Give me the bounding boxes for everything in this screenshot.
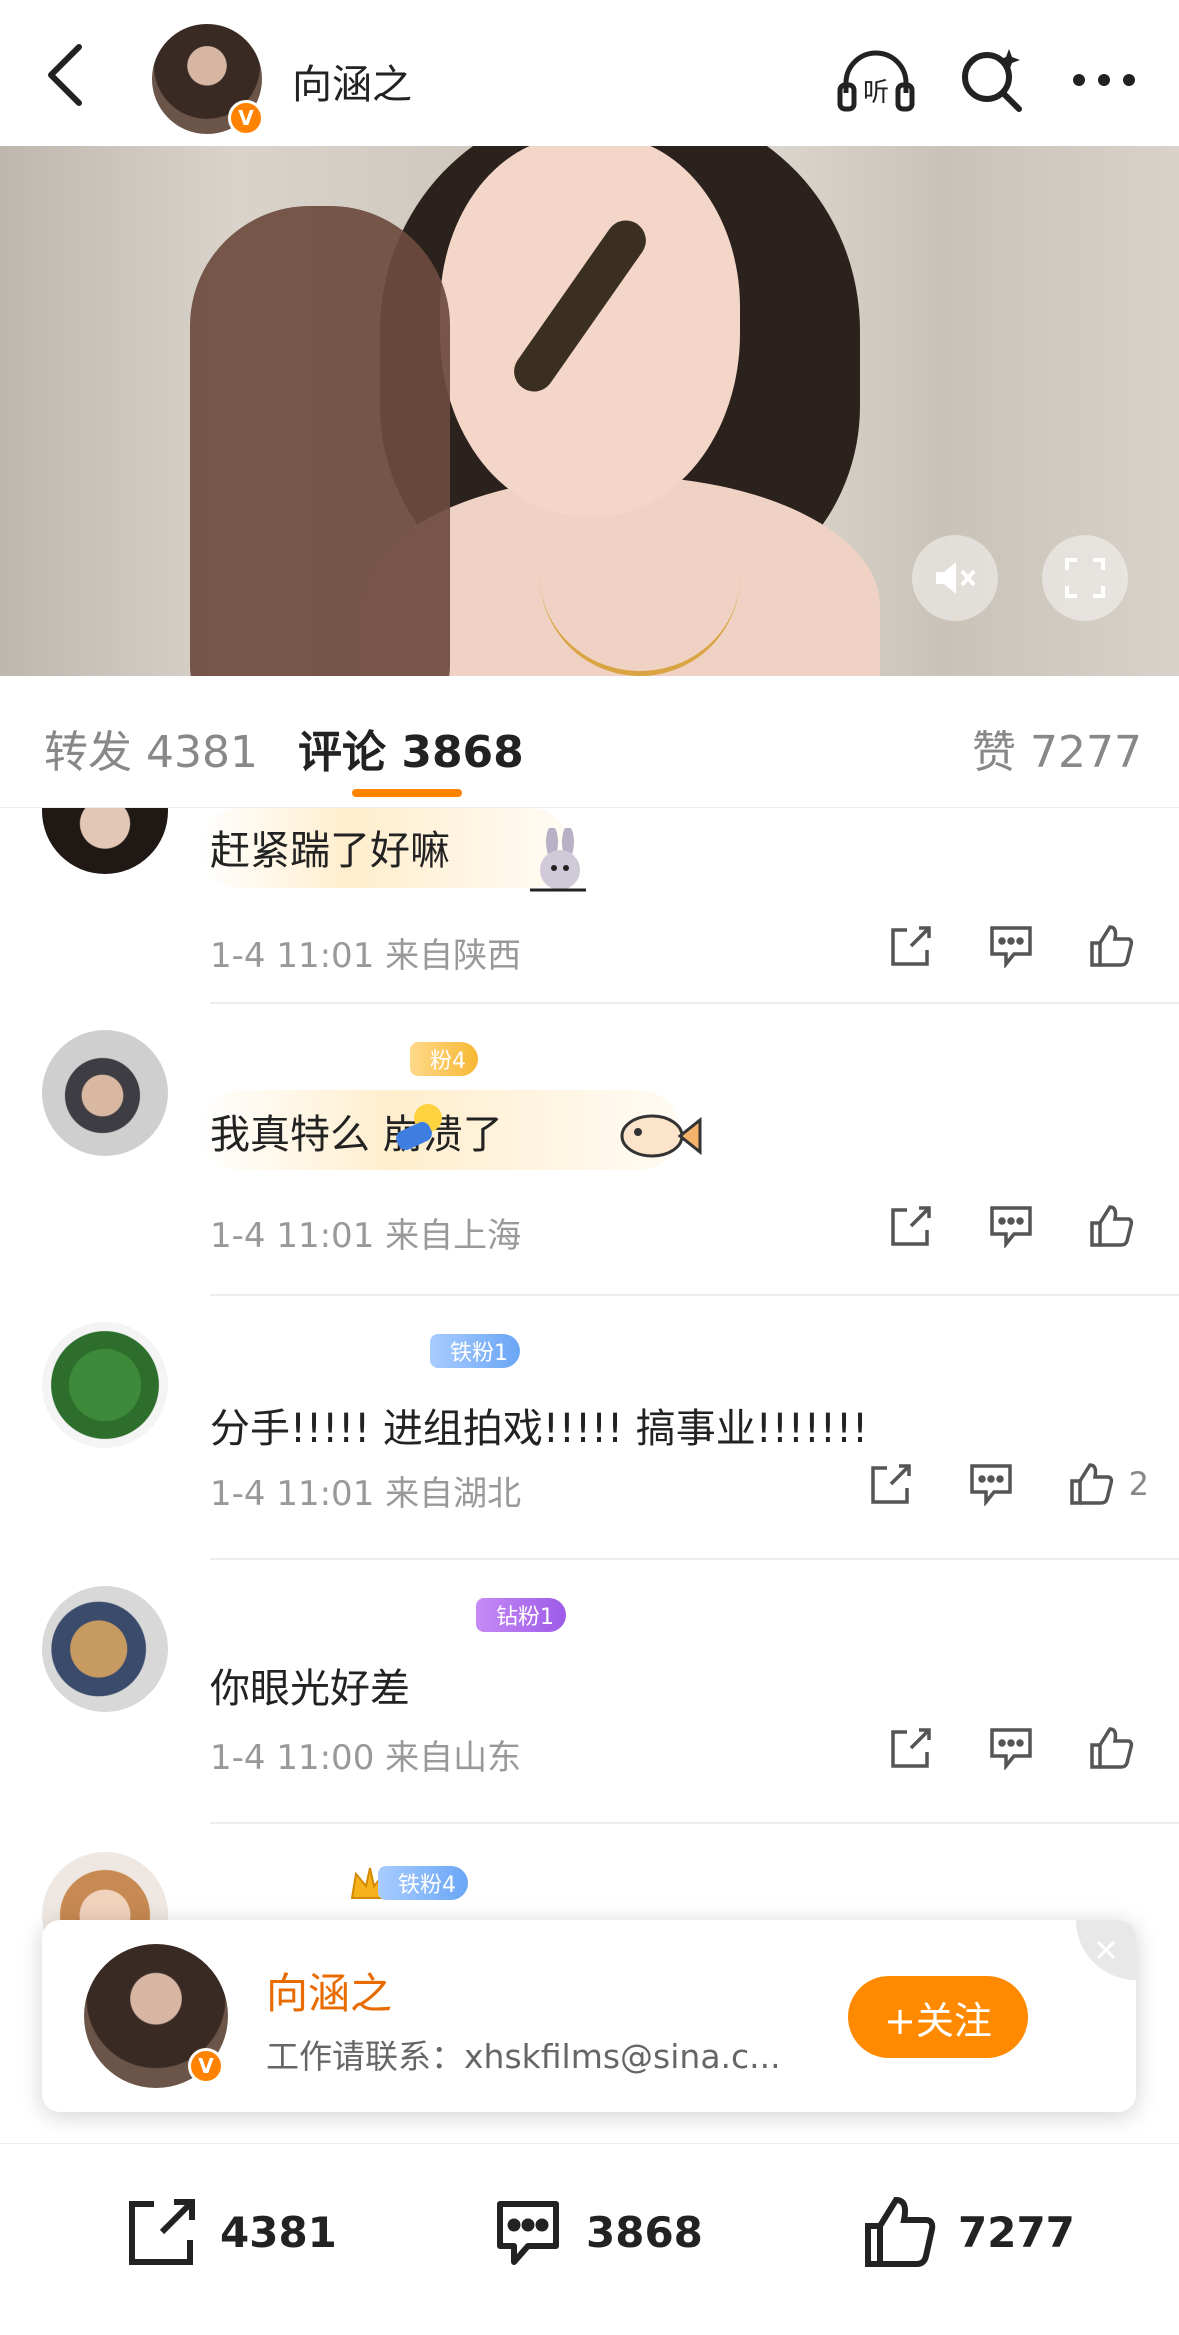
comment-location: 来自山东 [385, 1738, 522, 1778]
comment-location: 来自湖北 [385, 1474, 522, 1514]
fan-badge: 铁粉4 [378, 1866, 468, 1900]
comment-icon[interactable] [983, 1720, 1039, 1776]
divider [210, 1002, 1179, 1004]
avatar[interactable] [42, 1322, 168, 1448]
like-icon [865, 2196, 936, 2267]
top-bar: V 向涵之 听 [0, 0, 1179, 146]
fan-badge: 铁粉1 [430, 1334, 520, 1368]
tab-count: 4381 [146, 727, 258, 778]
avatar[interactable]: V [84, 1944, 228, 2088]
comment-location: 来自上海 [385, 1216, 522, 1256]
comment-button[interactable]: 3868 [490, 2192, 703, 2272]
follow-card-name[interactable]: 向涵之 [266, 1960, 392, 2021]
comment-text: 你眼光好差 [210, 1666, 410, 1712]
tab-likes[interactable]: 赞 7277 [972, 716, 1142, 780]
avatar[interactable] [42, 808, 168, 874]
comment-time: 1-4 11:01 [210, 936, 375, 976]
like-button[interactable]: 7277 [862, 2192, 1075, 2272]
comment-text: 赶紧踹了好嘛 [210, 828, 450, 874]
like-icon[interactable] [1083, 1198, 1139, 1254]
tab-comments[interactable]: 评论 3868 [298, 716, 524, 780]
share-icon[interactable] [883, 1198, 939, 1254]
video-figure-face [440, 146, 740, 516]
listen-icon[interactable]: 听 [836, 40, 916, 120]
rabbit-sticker-icon [530, 828, 586, 892]
comment-time: 1-4 11:00 [210, 1738, 375, 1778]
tab-indicator [352, 789, 462, 797]
fan-badge: 粉4 [410, 1042, 478, 1076]
comment-text: 分手!!!!! 进组拍戏!!!!! 搞事业!!!!!!! [210, 1406, 869, 1452]
comment-icon[interactable] [963, 1456, 1019, 1512]
verified-badge: V [228, 100, 264, 136]
video-hand [190, 206, 450, 676]
repost-button[interactable]: 4381 [124, 2192, 337, 2272]
comment-icon[interactable] [983, 1198, 1039, 1254]
follow-card-description: 工作请联系：xhskfilms@sina.c... [266, 2037, 781, 2076]
comment-location: 来自陕西 [385, 936, 522, 976]
avatar[interactable]: V [152, 24, 264, 136]
avatar[interactable] [42, 1030, 168, 1156]
page-title[interactable]: 向涵之 [292, 52, 412, 110]
follow-button[interactable]: +关注 [848, 1976, 1028, 2058]
tab-count: 3868 [401, 727, 524, 778]
search-icon[interactable] [952, 40, 1032, 120]
comment-text: 我真特么 崩溃了 [210, 1112, 503, 1158]
svg-text:听: 听 [863, 78, 889, 108]
share-icon[interactable] [883, 918, 939, 974]
share-icon[interactable] [863, 1456, 919, 1512]
tab-count: 7277 [1030, 727, 1142, 778]
tab-bar: 转发 4381 评论 3868 赞 7277 [0, 676, 1179, 808]
verified-badge: V [188, 2048, 224, 2084]
divider [210, 1294, 1179, 1296]
like-icon[interactable] [1083, 918, 1139, 974]
fish-sticker-icon [620, 1114, 702, 1158]
share-icon [129, 2199, 195, 2265]
tab-label: 评论 [298, 727, 386, 778]
mute-icon[interactable] [912, 535, 998, 621]
video-player[interactable] [0, 146, 1179, 676]
back-icon[interactable] [30, 40, 100, 110]
comment-count: 3868 [586, 2207, 703, 2257]
emoji-sticker-icon [396, 1104, 442, 1151]
repost-count: 4381 [220, 2207, 337, 2257]
bottom-action-bar: 4381 3868 7277 [0, 2143, 1179, 2335]
close-icon[interactable] [1076, 1920, 1136, 1980]
comment-icon[interactable] [983, 918, 1039, 974]
share-icon[interactable] [883, 1720, 939, 1776]
divider [210, 1558, 1179, 1560]
comment-time: 1-4 11:01 [210, 1474, 375, 1514]
comment-time: 1-4 11:01 [210, 1216, 375, 1256]
avatar[interactable] [42, 1586, 168, 1712]
follow-card[interactable]: V 向涵之 工作请联系：xhskfilms@sina.c... +关注 [42, 1920, 1136, 2112]
comment-icon [497, 2201, 559, 2265]
like-count: 7277 [958, 2207, 1075, 2257]
fan-badge: 钻粉1 [476, 1598, 566, 1632]
more-icon[interactable] [1064, 40, 1144, 120]
divider [210, 1822, 1179, 1824]
fullscreen-icon[interactable] [1042, 535, 1128, 621]
like-icon[interactable] [1063, 1456, 1119, 1512]
tab-label: 赞 [972, 727, 1016, 778]
like-count: 2 [1128, 1465, 1149, 1503]
tab-label: 转发 [44, 727, 132, 778]
like-icon[interactable] [1083, 1720, 1139, 1776]
tab-repost[interactable]: 转发 4381 [44, 716, 258, 780]
